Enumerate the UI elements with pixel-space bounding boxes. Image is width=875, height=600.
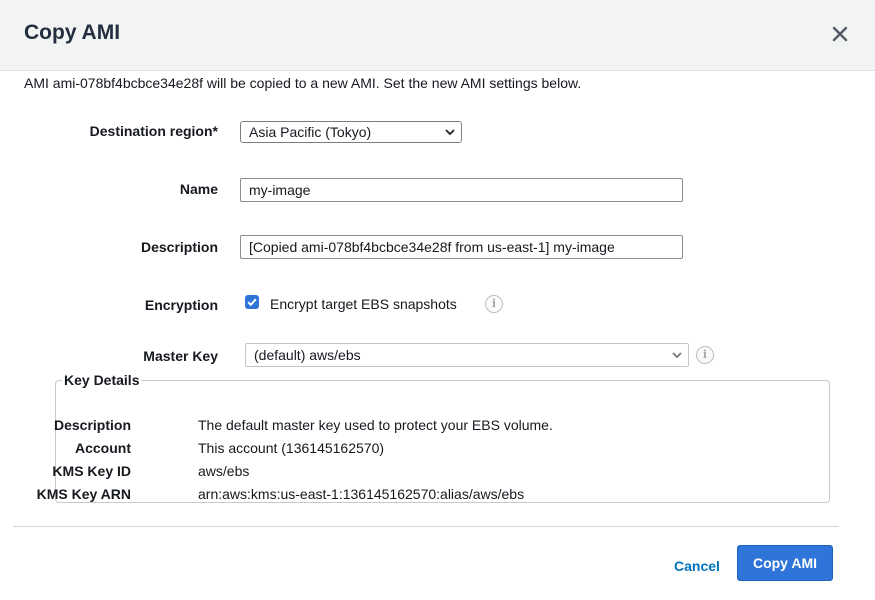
cancel-button[interactable]: Cancel [674,558,720,574]
master-key-value: (default) aws/ebs [254,347,361,363]
dialog-header: Copy AMI [0,0,875,71]
encrypt-checkbox[interactable] [245,295,259,309]
destination-region-value: Asia Pacific (Tokyo) [249,124,372,140]
footer-divider [13,526,839,527]
key-detail-value: This account (136145162570) [198,440,385,456]
key-details-panel: Key Details Description The default mast… [37,372,830,503]
key-detail-value: aws/ebs [198,463,250,479]
encrypt-checkbox-label[interactable]: Encrypt target EBS snapshots [270,296,457,312]
info-icon[interactable]: i [696,346,714,364]
key-detail-key: Account [75,440,131,456]
key-detail-key: Description [53,417,131,433]
intro-text: AMI ami-078bf4bcbce34e28f will be copied… [24,75,582,91]
destination-region-select[interactable]: Asia Pacific (Tokyo) [240,121,462,143]
key-detail-value: arn:aws:kms:us-east-1:136145162570:alias… [198,486,525,502]
description-label: Description [140,239,218,255]
key-details-legend: Key Details [64,372,140,388]
destination-region-label: Destination region* [89,123,218,139]
chevron-down-icon [672,352,682,359]
copy-ami-button[interactable]: Copy AMI [737,545,833,581]
name-label: Name [179,181,218,197]
close-icon [832,26,848,42]
key-detail-key: KMS Key ID [52,463,131,479]
key-detail-value: The default master key used to protect y… [198,417,553,433]
chevron-down-icon [445,129,455,136]
description-input[interactable] [240,235,683,259]
key-detail-key: KMS Key ARN [36,486,131,502]
encryption-label: Encryption [144,297,218,313]
master-key-select[interactable]: (default) aws/ebs [245,343,689,367]
dialog-title: Copy AMI [24,21,121,44]
name-input[interactable] [240,178,683,202]
checkmark-icon [247,298,257,307]
master-key-label: Master Key [143,348,218,364]
info-icon[interactable]: i [485,295,503,313]
close-button[interactable] [826,20,854,48]
